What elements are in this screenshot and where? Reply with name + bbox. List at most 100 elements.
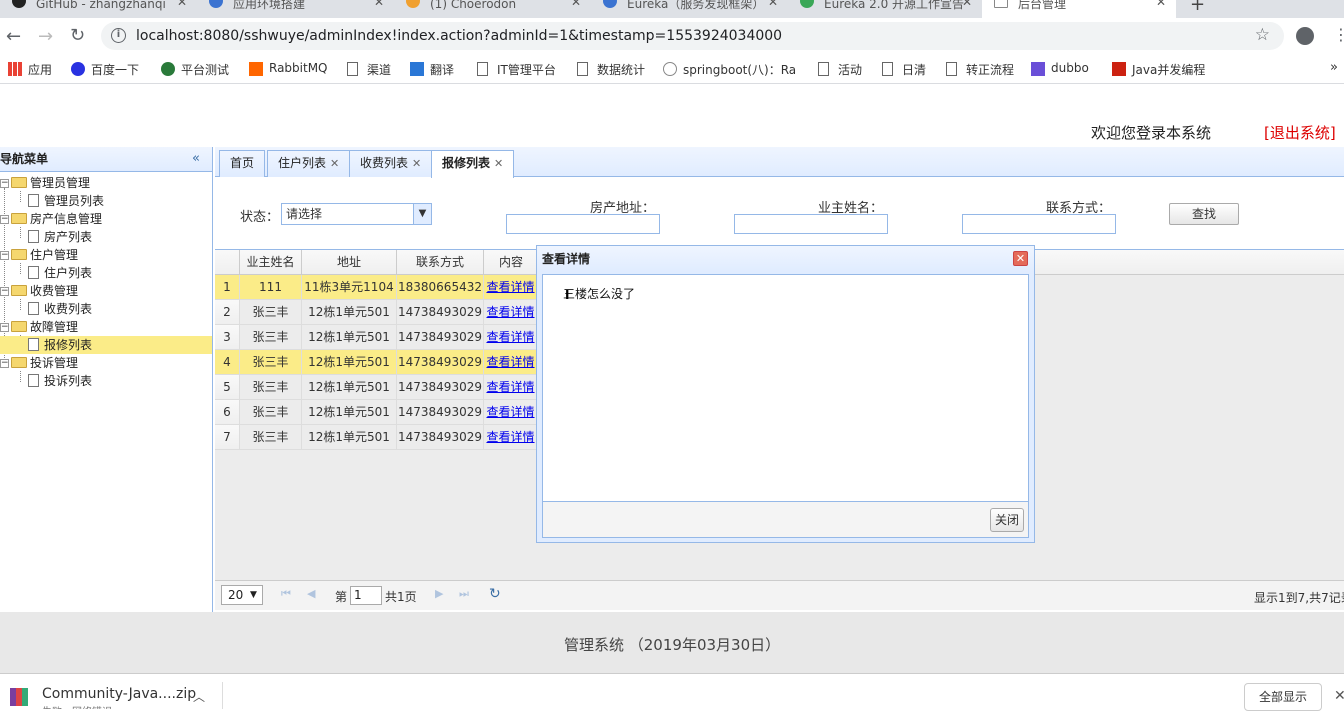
close-icon[interactable]: ✕ — [768, 0, 778, 8]
close-button[interactable]: 关闭 — [990, 508, 1024, 532]
column-header[interactable]: 地址 — [302, 250, 397, 275]
view-detail-link-text[interactable]: 查看详情 — [486, 280, 534, 294]
more-bookmarks-icon[interactable]: » — [1330, 60, 1338, 75]
view-detail-link[interactable]: 查看详情 — [484, 350, 538, 375]
table-row[interactable]: 7 张三丰 12栋1单元501 14738493029 查看详情 — [215, 425, 538, 450]
download-filename[interactable]: Community-Java....zip — [42, 686, 196, 702]
back-icon[interactable]: ← — [6, 26, 21, 47]
nav-item-property-list[interactable]: 房产列表 — [28, 228, 92, 246]
bookmark[interactable]: springboot(八)：Ra — [663, 61, 799, 77]
close-icon[interactable]: ✕ — [177, 0, 187, 8]
close-icon[interactable]: ✕ — [1334, 688, 1344, 704]
view-detail-link[interactable]: 查看详情 — [484, 375, 538, 400]
close-icon[interactable]: ✕ — [962, 0, 972, 8]
nav-group-resident[interactable]: 住户管理 — [11, 246, 78, 264]
nav-group-fees[interactable]: 收费管理 — [11, 282, 78, 300]
table-row[interactable]: 4 张三丰 12栋1单元501 14738493029 查看详情 — [215, 350, 538, 375]
address-bar[interactable]: i localhost:8080/sshwuye/adminIndex!inde… — [101, 22, 1284, 50]
close-icon[interactable]: ✕ — [1013, 251, 1028, 266]
bookmark[interactable]: 活动 — [818, 61, 862, 77]
status-select[interactable]: 请选择 ▼ — [281, 203, 432, 225]
view-detail-link-text[interactable]: 查看详情 — [486, 405, 534, 419]
tab-close-icon[interactable]: ✕ — [412, 157, 421, 170]
tree-toggle-icon[interactable]: − — [0, 359, 9, 368]
browser-tab[interactable]: GitHub - zhangzhanqi ✕ — [0, 0, 197, 18]
tab-resident-list[interactable]: 住户列表 ✕ — [267, 150, 351, 177]
show-all-button[interactable]: 全部显示 — [1244, 683, 1322, 711]
column-header[interactable]: 业主姓名 — [240, 250, 302, 275]
bookmark[interactable]: IT管理平台 — [477, 61, 556, 77]
browser-tab[interactable]: (1) Choerodon ✕ — [394, 0, 591, 18]
view-detail-link[interactable]: 查看详情 — [484, 400, 538, 425]
view-detail-link[interactable]: 查看详情 — [484, 325, 538, 350]
bookmark[interactable]: 日清 — [882, 61, 926, 77]
info-icon[interactable]: i — [111, 28, 126, 43]
address-input[interactable] — [506, 214, 660, 234]
bookmark[interactable]: Java并发编程 — [1112, 61, 1205, 77]
browser-tab[interactable]: Eureka（服务发现框架） ✕ — [591, 0, 788, 18]
column-header[interactable]: 联系方式 — [397, 250, 484, 275]
tab-fee-list[interactable]: 收费列表 ✕ — [349, 150, 433, 177]
column-header[interactable]: 内容 — [484, 250, 538, 275]
collapse-icon[interactable]: « — [192, 151, 200, 166]
chevron-up-icon[interactable]: ︿ — [193, 688, 205, 705]
logout-link[interactable]: [退出系统] — [1264, 122, 1336, 143]
view-detail-link-text[interactable]: 查看详情 — [486, 380, 534, 394]
find-button[interactable]: 查找 — [1169, 203, 1239, 225]
tab-close-icon[interactable]: ✕ — [494, 157, 503, 170]
last-page-icon[interactable]: ⏭ — [459, 587, 469, 601]
prev-page-icon[interactable]: ◀ — [307, 587, 315, 600]
nav-group-admin[interactable]: 管理员管理 — [11, 174, 90, 192]
nav-item-complaint-list[interactable]: 投诉列表 — [28, 372, 92, 390]
dialog-header[interactable]: 查看详情 — [537, 246, 1034, 272]
bookmark[interactable]: dubbo — [1031, 61, 1089, 77]
refresh-icon[interactable]: ↻ — [489, 586, 501, 602]
view-detail-link-text[interactable]: 查看详情 — [486, 305, 534, 319]
first-page-icon[interactable]: ⏮ — [281, 587, 291, 601]
tree-toggle-icon[interactable]: − — [0, 323, 9, 332]
nav-group-fault[interactable]: 故障管理 — [11, 318, 78, 336]
nav-group-complaint[interactable]: 投诉管理 — [11, 354, 78, 372]
forward-icon[interactable]: → — [38, 26, 53, 47]
browser-tab[interactable]: 应用环境搭建 ✕ — [197, 0, 394, 18]
table-row[interactable]: 1 111 11栋3单元1104 18380665432 查看详情 — [215, 275, 538, 300]
view-detail-link-text[interactable]: 查看详情 — [486, 355, 534, 369]
page-size-select[interactable]: 20 ▼ — [221, 585, 263, 605]
bookmark[interactable]: 翻译 — [410, 61, 454, 77]
bookmark[interactable]: 百度一下 — [71, 61, 139, 77]
tree-toggle-icon[interactable]: − — [0, 179, 9, 188]
nav-item-repair-list[interactable]: 报修列表 — [0, 336, 212, 354]
bookmark[interactable]: 数据统计 — [577, 61, 645, 77]
view-detail-link[interactable]: 查看详情 — [484, 300, 538, 325]
bookmark[interactable]: RabbitMQ — [249, 61, 328, 77]
close-icon[interactable]: ✕ — [1156, 0, 1166, 8]
nav-item-admin-list[interactable]: 管理员列表 — [28, 192, 104, 210]
nav-group-property[interactable]: 房产信息管理 — [11, 210, 102, 228]
tab-repair-list[interactable]: 报修列表 ✕ — [431, 150, 515, 178]
new-tab-icon[interactable]: + — [1190, 0, 1205, 15]
tree-toggle-icon[interactable]: − — [0, 251, 9, 260]
browser-tab-active[interactable]: 后台管理 ✕ — [982, 0, 1176, 18]
view-detail-link-text[interactable]: 查看详情 — [486, 430, 534, 444]
table-row[interactable]: 6 张三丰 12栋1单元501 14738493029 查看详情 — [215, 400, 538, 425]
view-detail-link[interactable]: 查看详情 — [484, 425, 538, 450]
next-page-icon[interactable]: ▶ — [435, 587, 443, 600]
close-icon[interactable]: ✕ — [374, 0, 384, 8]
close-icon[interactable]: ✕ — [571, 0, 581, 8]
nav-item-resident-list[interactable]: 住户列表 — [28, 264, 92, 282]
profile-avatar-icon[interactable] — [1296, 27, 1314, 45]
reload-icon[interactable]: ↻ — [70, 25, 85, 46]
tab-home[interactable]: 首页 — [219, 150, 266, 177]
star-icon[interactable]: ☆ — [1255, 25, 1270, 45]
nav-item-fee-list[interactable]: 收费列表 — [28, 300, 92, 318]
table-row[interactable]: 3 张三丰 12栋1单元501 14738493029 查看详情 — [215, 325, 538, 350]
browser-tab[interactable]: Eureka 2.0 开源工作宣告 ✕ — [788, 0, 982, 18]
owner-name-input[interactable] — [734, 214, 888, 234]
tree-toggle-icon[interactable]: − — [0, 287, 9, 296]
bookmark[interactable]: 平台测试 — [161, 61, 229, 77]
table-row[interactable]: 2 张三丰 12栋1单元501 14738493029 查看详情 — [215, 300, 538, 325]
menu-dots-icon[interactable]: ⋮ — [1333, 25, 1344, 44]
page-number-input[interactable]: 1 — [350, 586, 382, 605]
bookmark[interactable]: 转正流程 — [946, 61, 1014, 77]
table-row[interactable]: 5 张三丰 12栋1单元501 14738493029 查看详情 — [215, 375, 538, 400]
